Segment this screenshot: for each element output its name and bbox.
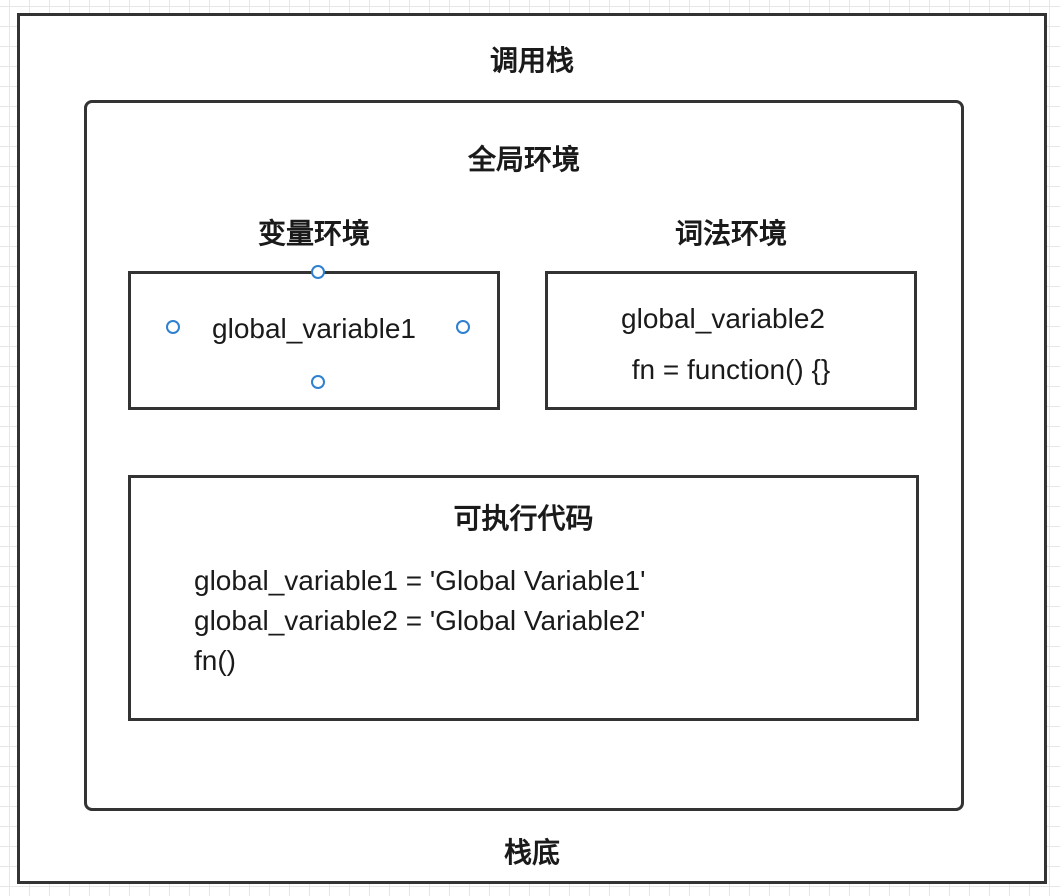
variable-environment-entry: global_variable1 bbox=[212, 313, 416, 344]
lexical-environment-box[interactable] bbox=[545, 271, 917, 410]
selection-handle-right[interactable] bbox=[456, 320, 470, 334]
code-line: fn() bbox=[194, 645, 236, 676]
lexical-environment-entry: global_variable2 bbox=[621, 303, 825, 334]
selection-handle-top[interactable] bbox=[311, 265, 325, 279]
stack-bottom-label: 栈底 bbox=[503, 836, 560, 869]
code-line: global_variable1 = 'Global Variable1' bbox=[194, 565, 646, 596]
code-line: global_variable2 = 'Global Variable2' bbox=[194, 605, 646, 636]
selection-handle-left[interactable] bbox=[166, 320, 180, 334]
lexical-environment-entry: fn = function() {} bbox=[631, 354, 831, 385]
lexical-environment-title: 词法环境 bbox=[674, 217, 787, 250]
global-context-title: 全局环境 bbox=[467, 143, 580, 176]
selection-handle-bottom[interactable] bbox=[311, 375, 325, 389]
call-stack-title: 调用栈 bbox=[489, 44, 574, 77]
variable-environment-title: 变量环境 bbox=[257, 217, 370, 250]
executable-code-title: 可执行代码 bbox=[453, 502, 594, 535]
